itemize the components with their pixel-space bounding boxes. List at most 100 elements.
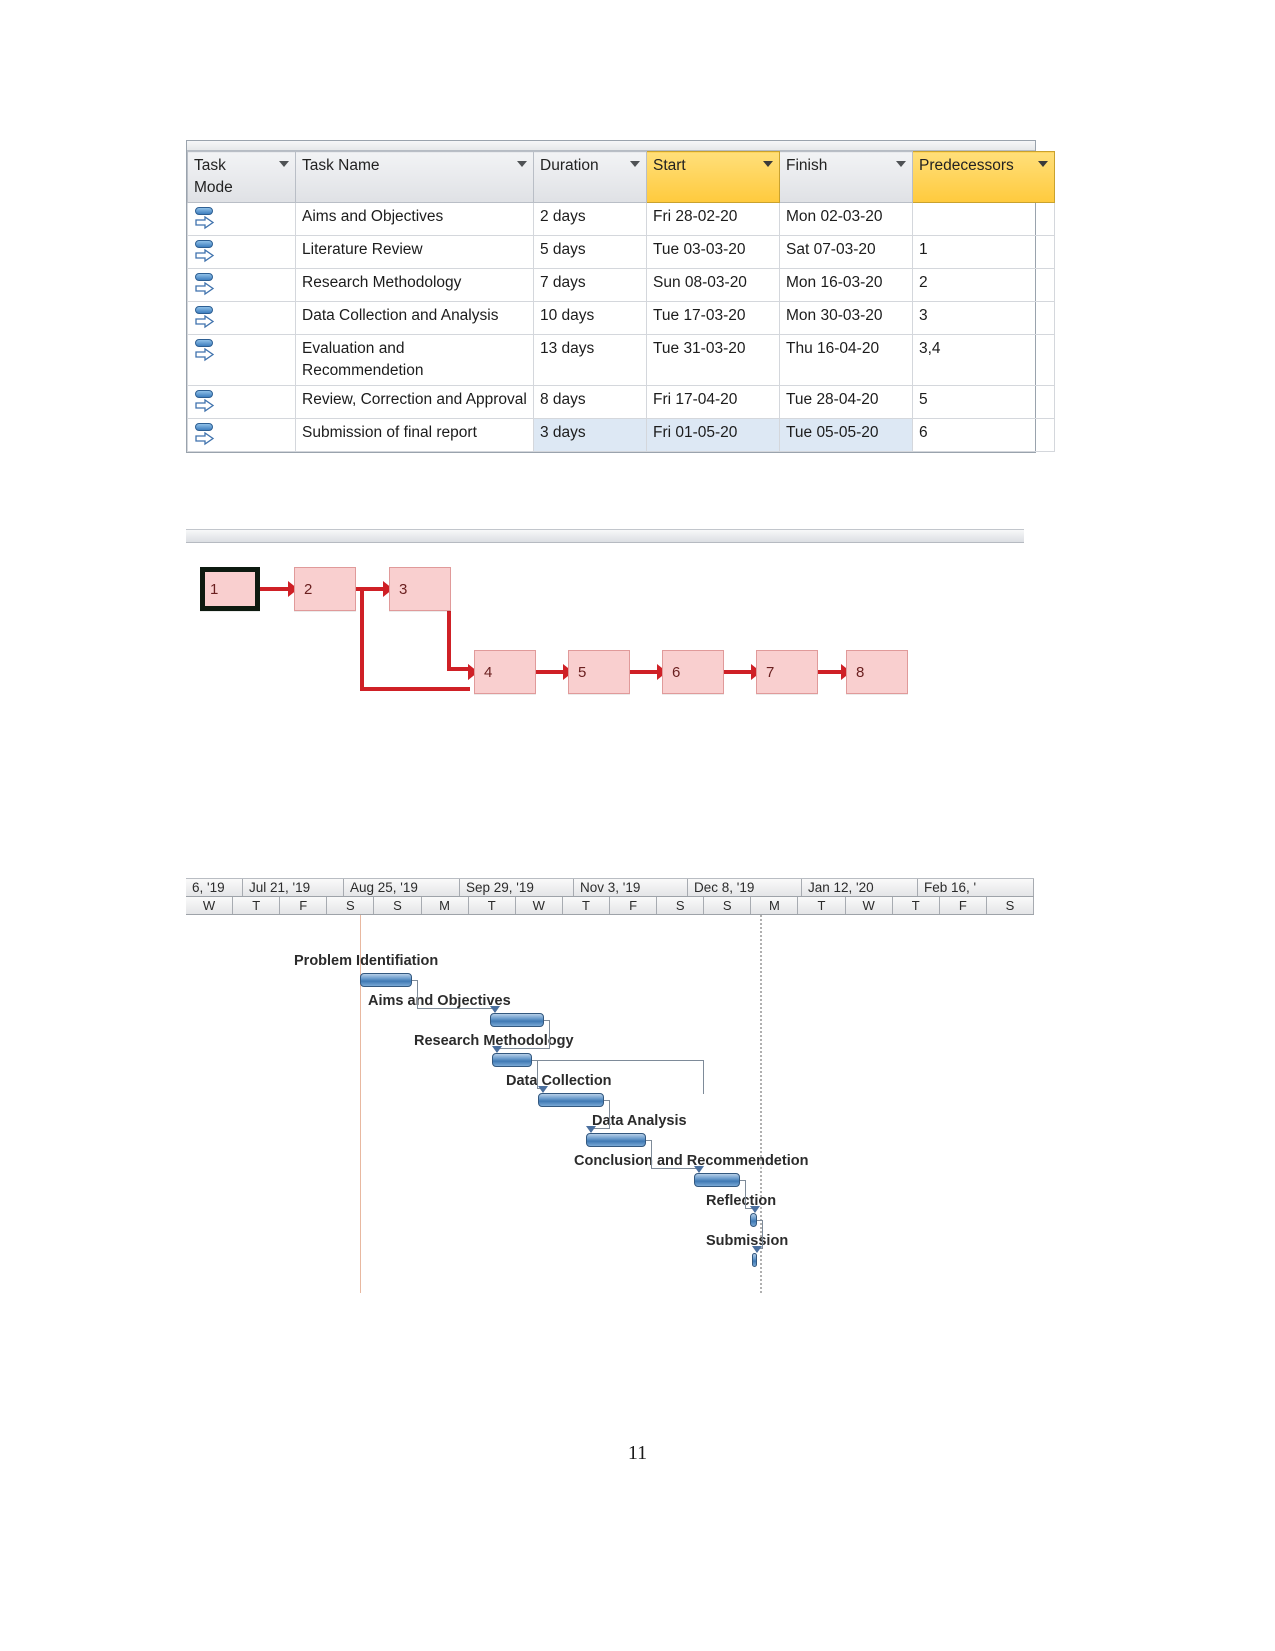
cell-finish[interactable]: Tue 05-05-20 [779, 418, 913, 452]
network-node-5[interactable]: 5 [568, 650, 630, 694]
column-header-start-label: Start [653, 157, 686, 174]
network-node-6[interactable]: 6 [662, 650, 724, 694]
gantt-bar[interactable] [586, 1133, 646, 1147]
gantt-link-segment [745, 1180, 746, 1209]
network-node-1[interactable]: 1 [200, 567, 260, 611]
cell-task-mode[interactable] [187, 268, 296, 302]
gantt-bar[interactable] [538, 1093, 604, 1107]
column-header-task-mode[interactable]: Task Mode [187, 151, 296, 203]
cell-finish[interactable]: Thu 16-04-20 [779, 334, 913, 386]
chevron-down-icon[interactable] [1038, 161, 1048, 167]
timescale-minor-cell: S [987, 897, 1034, 914]
cell-predecessors[interactable]: 5 [912, 385, 1055, 419]
chevron-down-icon[interactable] [517, 161, 527, 167]
cell-task-name[interactable]: Aims and Objectives [295, 202, 534, 236]
cell-task-name[interactable]: Literature Review [295, 235, 534, 269]
cell-start[interactable]: Sun 08-03-20 [646, 268, 780, 302]
network-node-2[interactable]: 2 [294, 567, 356, 611]
cell-start[interactable]: Fri 28-02-20 [646, 202, 780, 236]
cell-finish[interactable]: Sat 07-03-20 [779, 235, 913, 269]
gantt-task-label: Submission [706, 1233, 789, 1249]
network-connector [360, 587, 364, 689]
network-node-label: 2 [304, 580, 313, 598]
column-header-task-mode-label: Task Mode [194, 157, 233, 196]
column-header-task-name-label: Task Name [302, 157, 380, 174]
cell-predecessors[interactable]: 1 [912, 235, 1055, 269]
gantt-bar[interactable] [492, 1053, 532, 1067]
cell-predecessors[interactable]: 2 [912, 268, 1055, 302]
cell-start[interactable]: Fri 01-05-20 [646, 418, 780, 452]
network-node-7[interactable]: 7 [756, 650, 818, 694]
chevron-down-icon[interactable] [896, 161, 906, 167]
cell-task-name[interactable]: Data Collection and Analysis [295, 301, 534, 335]
gantt-bar[interactable] [694, 1173, 740, 1187]
column-header-finish[interactable]: Finish [779, 151, 913, 203]
cell-duration[interactable]: 5 days [533, 235, 647, 269]
cell-finish[interactable]: Mon 16-03-20 [779, 268, 913, 302]
cell-finish[interactable]: Mon 30-03-20 [779, 301, 913, 335]
column-header-predecessors[interactable]: Predecessors [912, 151, 1055, 203]
cell-start[interactable]: Fri 17-04-20 [646, 385, 780, 419]
table-row[interactable]: Submission of final report 3 days Fri 01-0… [187, 418, 1055, 452]
cell-start[interactable]: Tue 03-03-20 [646, 235, 780, 269]
gantt-bar[interactable] [490, 1013, 544, 1027]
table-row[interactable]: Aims and Objectives 2 days Fri 28-02-20 Mon… [187, 202, 1055, 236]
grid-top-scroll-strip[interactable] [187, 141, 1035, 151]
cell-duration[interactable]: 10 days [533, 301, 647, 335]
cell-duration[interactable]: 7 days [533, 268, 647, 302]
cell-duration[interactable]: 2 days [533, 202, 647, 236]
table-row[interactable]: Data Collection and Analysis 10 days Tue 1… [187, 301, 1055, 335]
cell-task-mode[interactable] [187, 418, 296, 452]
cell-task-mode[interactable] [187, 202, 296, 236]
manually-scheduled-icon [194, 305, 216, 331]
cell-task-mode[interactable] [187, 334, 296, 386]
manually-scheduled-icon [194, 206, 216, 232]
cell-duration[interactable]: 8 days [533, 385, 647, 419]
cell-task-mode[interactable] [187, 235, 296, 269]
gantt-chart-panel: 6, '19 Jul 21, '19 Aug 25, '19 Sep 29, '19 N… [186, 878, 1034, 1293]
arrow-icon [752, 1246, 762, 1253]
chevron-down-icon[interactable] [279, 161, 289, 167]
cell-task-mode[interactable] [187, 301, 296, 335]
table-row[interactable]: Evaluation and Recommendetion 13 days Tue … [187, 334, 1055, 386]
cell-task-name[interactable]: Research Methodology [295, 268, 534, 302]
column-header-task-name[interactable]: Task Name [295, 151, 534, 203]
table-row[interactable]: Literature Review 5 days Tue 03-03-20 Sat 0… [187, 235, 1055, 269]
cell-start[interactable]: Tue 31-03-20 [646, 334, 780, 386]
cell-task-name[interactable]: Review, Correction and Approval [295, 385, 534, 419]
network-diagram-top-strip[interactable] [186, 529, 1024, 543]
cell-finish[interactable]: Tue 28-04-20 [779, 385, 913, 419]
cell-start[interactable]: Tue 17-03-20 [646, 301, 780, 335]
chevron-down-icon[interactable] [630, 161, 640, 167]
timescale-major-cell: Aug 25, '19 [344, 879, 460, 896]
table-row[interactable]: Research Methodology 7 days Sun 08-03-20 Mo… [187, 268, 1055, 302]
table-row[interactable]: Review, Correction and Approval 8 days Fri… [187, 385, 1055, 419]
chevron-down-icon[interactable] [763, 161, 773, 167]
cell-predecessors[interactable]: 6 [912, 418, 1055, 452]
cell-predecessors[interactable]: 3 [912, 301, 1055, 335]
cell-task-name[interactable]: Submission of final report [295, 418, 534, 452]
network-node-label: 1 [210, 580, 219, 598]
gantt-plot-area[interactable]: Problem Identifiation Aims and Objectives… [186, 915, 1034, 1293]
cell-task-mode[interactable] [187, 385, 296, 419]
cell-predecessors[interactable] [912, 202, 1055, 236]
gantt-bar[interactable] [752, 1253, 757, 1267]
network-node-8[interactable]: 8 [846, 650, 908, 694]
gantt-link-segment [496, 1048, 550, 1049]
gantt-link-segment [549, 1020, 550, 1049]
network-node-3[interactable]: 3 [389, 567, 451, 611]
column-header-start[interactable]: Start [646, 151, 780, 203]
timescale-major-cell: Feb 16, ' [918, 879, 1034, 896]
cell-duration[interactable]: 3 days [533, 418, 647, 452]
cell-task-name[interactable]: Evaluation and Recommendetion [295, 334, 534, 386]
gantt-bar[interactable] [360, 973, 412, 987]
cell-predecessors[interactable]: 3,4 [912, 334, 1055, 386]
network-connector [724, 670, 753, 674]
manually-scheduled-icon [194, 239, 216, 265]
cell-duration[interactable]: 13 days [533, 334, 647, 386]
network-node-4[interactable]: 4 [474, 650, 536, 694]
timescale-minor-cell: S [374, 897, 422, 914]
gantt-bar[interactable] [750, 1213, 757, 1227]
column-header-duration[interactable]: Duration [533, 151, 647, 203]
cell-finish[interactable]: Mon 02-03-20 [779, 202, 913, 236]
